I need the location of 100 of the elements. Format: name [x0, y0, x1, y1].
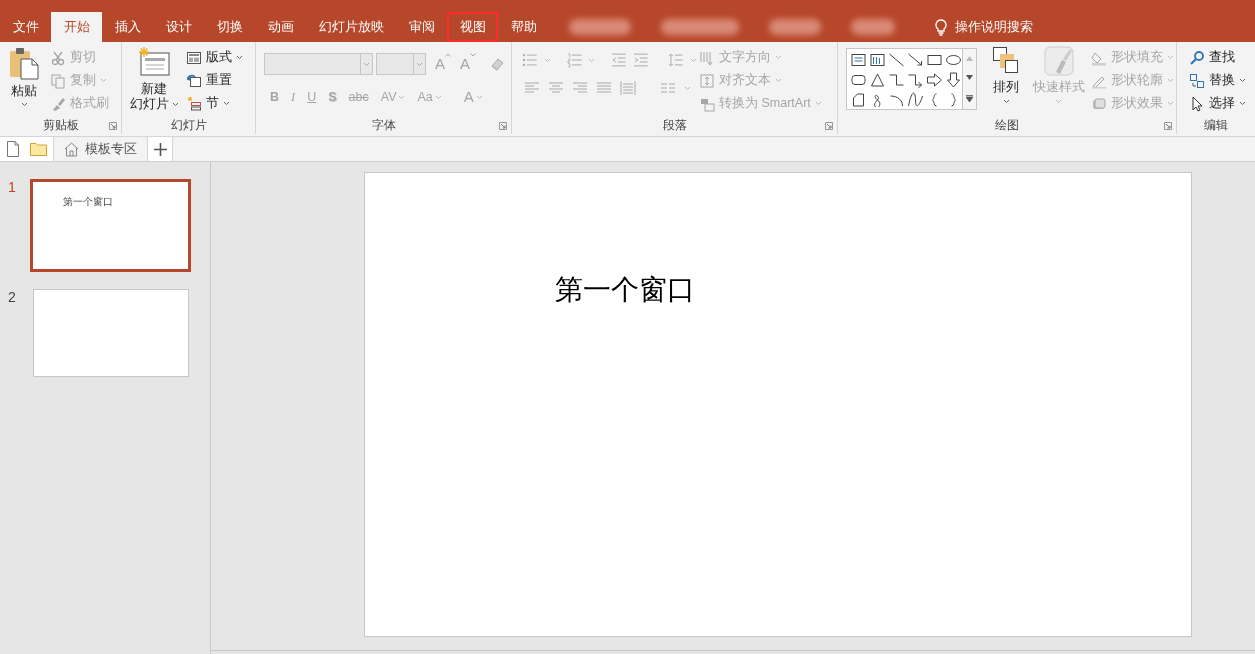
caret-icon: [1003, 99, 1010, 104]
rectangle-icon[interactable]: [925, 52, 943, 68]
caret-icon: [434, 95, 442, 100]
triangle-icon[interactable]: [868, 72, 886, 88]
slide-thumbnail[interactable]: 第一个窗口: [30, 179, 191, 272]
plus-icon: [153, 142, 167, 156]
caret-icon: [690, 57, 698, 63]
home-icon: [64, 141, 79, 157]
new-tab-button[interactable]: [148, 137, 173, 161]
caret-icon: [100, 78, 107, 83]
lightbulb-icon: [935, 18, 947, 36]
dialog-launcher-icon[interactable]: [499, 122, 507, 130]
right-arrow-icon[interactable]: [925, 72, 943, 88]
brush-icon: [1043, 46, 1074, 76]
shape-effect-icon: [1091, 95, 1107, 112]
slide-thumbnail[interactable]: [33, 289, 189, 377]
caret-icon: [775, 78, 782, 83]
freeform-icon[interactable]: [850, 92, 867, 108]
caret-icon: [775, 55, 782, 60]
caret-icon: [475, 95, 483, 100]
shape-gallery[interactable]: [846, 48, 977, 110]
text-direction-icon: [699, 49, 715, 66]
ribbon-tab[interactable]: 幻灯片放映: [306, 12, 396, 42]
new-slide-button[interactable]: 新建 幻灯片: [122, 46, 182, 115]
redaction-mark: [851, 19, 895, 35]
ribbon-tab[interactable]: 审阅: [396, 12, 447, 42]
ribbon-button[interactable]: 节: [184, 92, 245, 115]
group-label: 绘图: [995, 116, 1019, 134]
section-icon: [186, 95, 202, 112]
slide-number: 2: [7, 289, 17, 304]
caret-icon: [1167, 55, 1174, 60]
dialog-launcher-icon[interactable]: [1164, 122, 1172, 130]
caret-icon: [543, 57, 551, 63]
ribbon-button[interactable]: 替换: [1187, 69, 1248, 92]
replace-icon: [1189, 72, 1205, 89]
search-icon: [1189, 49, 1205, 66]
arrange-icon: [992, 46, 1021, 76]
group-label: 剪贴板: [42, 116, 79, 134]
ribbon-button[interactable]: 选择: [1187, 92, 1248, 115]
new-document-icon[interactable]: [6, 141, 20, 157]
caret-up-icon: [445, 53, 451, 57]
group-label: 编辑: [1204, 116, 1228, 134]
elbow-connector-icon[interactable]: [887, 72, 905, 88]
ribbon-tab[interactable]: 文件: [0, 12, 51, 42]
slide-title: 第一个窗口: [63, 196, 113, 208]
caret-icon: [1239, 78, 1246, 83]
ribbon-tab[interactable]: 开始: [51, 12, 102, 42]
arrow-line-icon[interactable]: [906, 52, 924, 68]
ribbon-button[interactable]: 查找: [1187, 46, 1248, 69]
ribbon-button[interactable]: 版式: [184, 46, 245, 69]
ribbon-button[interactable]: 重置: [184, 69, 245, 92]
caret-icon: [223, 101, 230, 106]
caret-icon: [236, 55, 243, 60]
ribbon-tab[interactable]: 设计: [153, 12, 204, 42]
caret-icon: [1055, 99, 1063, 104]
group-label: 幻灯片: [170, 116, 207, 134]
caret-icon: [814, 101, 822, 106]
rounded-rectangle-icon[interactable]: [850, 72, 867, 88]
elbow-arrow-icon[interactable]: [906, 72, 924, 88]
caret-icon: [1167, 78, 1174, 83]
caret-icon: [588, 57, 596, 63]
caret-icon: [398, 95, 406, 100]
down-arrow-icon[interactable]: [944, 72, 962, 88]
caret-icon: [20, 102, 28, 107]
slide-number: 1: [7, 179, 17, 194]
redaction-mark: [769, 19, 821, 35]
curve-icon[interactable]: [906, 92, 924, 108]
folder-icon[interactable]: [30, 142, 47, 156]
group-label: 字体: [371, 116, 396, 134]
oval-icon[interactable]: [944, 52, 962, 68]
paste-button[interactable]: 粘贴: [0, 46, 44, 115]
text-box-icon[interactable]: [850, 52, 867, 68]
line-icon[interactable]: [887, 52, 905, 68]
ribbon-tab[interactable]: 插入: [102, 12, 153, 42]
caret-icon: [470, 53, 477, 57]
more-icon[interactable]: [965, 94, 973, 102]
cursor-icon: [1189, 95, 1205, 112]
reset-icon: [186, 72, 202, 89]
tell-me-search[interactable]: 操作说明搜索: [935, 12, 1033, 42]
caret-icon: [1167, 101, 1174, 106]
arrange-button[interactable]: 排列: [982, 46, 1031, 115]
caret-icon: [171, 102, 179, 107]
vertical-text-box-icon[interactable]: [868, 52, 886, 68]
ribbon-tab[interactable]: 视图: [447, 12, 498, 42]
dialog-launcher-icon[interactable]: [825, 122, 833, 130]
ribbon-tab[interactable]: 帮助: [498, 12, 549, 42]
redaction-mark: [569, 19, 631, 35]
ribbon-tab[interactable]: 切换: [204, 12, 255, 42]
layout-icon: [186, 49, 202, 66]
ribbon-tab[interactable]: 动画: [255, 12, 306, 42]
copy-icon: [50, 72, 66, 89]
align-text-icon: [699, 72, 715, 89]
scissors-icon: [50, 49, 66, 66]
caret-icon: [1239, 101, 1246, 106]
font-name-field[interactable]: [264, 53, 373, 76]
caret-icon: [416, 61, 423, 67]
font-size-field[interactable]: [376, 53, 426, 76]
clipboard-icon: [8, 46, 40, 80]
scroll-down-icon[interactable]: [965, 75, 973, 81]
dialog-launcher-icon[interactable]: [109, 122, 117, 130]
